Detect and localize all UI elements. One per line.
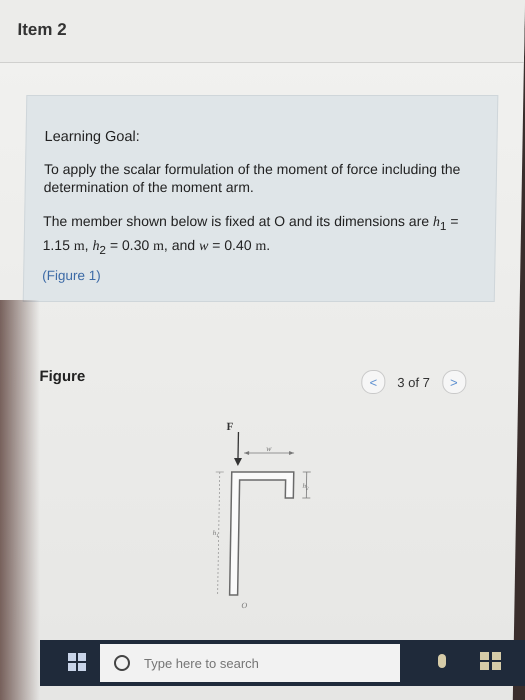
force-arrow-line	[237, 432, 240, 462]
item-title: Item 2	[17, 20, 67, 39]
figure-pager: < 3 of 7 >	[361, 370, 467, 394]
windows-logo-icon	[68, 653, 76, 661]
figure-page-count: 3 of 7	[397, 374, 430, 390]
learning-goal-text: To apply the scalar formulation of the m…	[43, 161, 461, 195]
force-arrow-head	[234, 458, 243, 466]
windows-start-button[interactable]	[68, 653, 86, 671]
figure-title: Figure	[39, 368, 86, 385]
w-arrow-left	[244, 451, 250, 455]
h2-value: = 0.30	[105, 236, 154, 253]
item-header: Item 2	[0, 0, 525, 63]
h1-unit: m	[73, 238, 85, 254]
learning-goal-box: Learning Goal: To apply the scalar formu…	[22, 95, 499, 302]
next-figure-button[interactable]: >	[441, 370, 467, 394]
w-symbol: w	[198, 238, 209, 254]
windows-logo-icon-q3	[68, 663, 76, 671]
and-text: , and	[163, 236, 200, 253]
taskbar-search-box[interactable]	[100, 644, 400, 682]
taskbar	[40, 640, 525, 686]
windows-logo-icon-q2	[78, 653, 86, 661]
learning-goal-heading: Learning Goal:	[44, 129, 140, 145]
h2-label: h2	[302, 482, 309, 492]
period: .	[266, 236, 271, 253]
h1-label: h1	[213, 529, 219, 539]
edge-shadow	[0, 300, 40, 700]
member-dimensions-text: The member shown below is fixed at O and…	[42, 212, 473, 260]
w-value: = 0.40	[208, 236, 256, 253]
screen: Item 2 Learning Goal: To apply the scala…	[0, 0, 525, 700]
force-label: F	[226, 421, 233, 433]
microphone-icon[interactable]	[438, 654, 446, 668]
chevron-right-icon: >	[449, 374, 458, 390]
w-arrow-right	[289, 451, 295, 455]
member-outline	[228, 471, 295, 596]
member-diagram: F w h2 h1 O	[213, 421, 311, 610]
chevron-left-icon: <	[369, 374, 378, 390]
h2-unit: m	[152, 238, 165, 254]
origin-label: O	[241, 601, 247, 610]
taskbar-search-input[interactable]	[142, 654, 366, 672]
figure-link[interactable]: (Figure 1)	[42, 268, 101, 283]
previous-figure-button[interactable]: <	[361, 370, 386, 394]
task-view-icon[interactable]	[480, 652, 502, 670]
search-icon	[114, 655, 130, 671]
w-label: w	[266, 444, 272, 453]
w-unit: m	[255, 238, 267, 254]
member-prefix: The member shown below is fixed at O and…	[43, 213, 434, 229]
windows-logo-icon-q4	[78, 663, 86, 671]
